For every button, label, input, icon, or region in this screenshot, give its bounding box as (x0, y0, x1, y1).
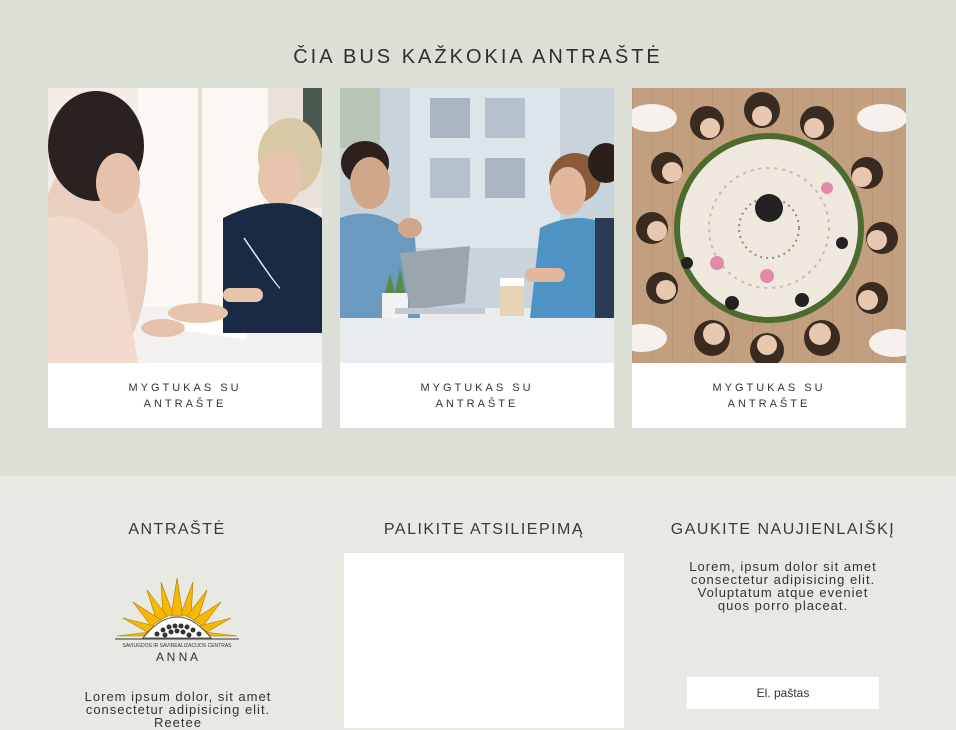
footer-section: ANTRAŠTĖ SAVIUGDOS IR SAVIREALIZACIJOS C… (0, 476, 956, 729)
card-image[interactable] (48, 88, 322, 363)
footer-col3-title: GAUKITE NAUJIENLAIŠKĮ (670, 521, 896, 538)
footer-col1-text: Lorem ipsum dolor, sit amet consectetur … (84, 689, 272, 730)
card: MYGTUKAS SU ANTRAŠTE (632, 88, 906, 428)
card-image[interactable] (340, 88, 614, 363)
footer-col1-title: ANTRAŠTĖ (128, 521, 226, 538)
feedback-textarea[interactable] (344, 553, 624, 728)
card-button[interactable]: MYGTUKAS SU ANTRAŠTE (632, 363, 906, 428)
anna-logo[interactable]: SAVIUGDOS IR SAVIREALIZACIJOS CENTRAS A … (113, 576, 241, 666)
footer-col2-title: PALIKITE ATSILIEPIMĄ (383, 521, 585, 538)
gallery-section: ČIA BUS KAŽKOKIA ANTRAŠTĖ MYGTUKAS SU AN… (0, 0, 956, 476)
logo-name: A N N A (156, 650, 198, 664)
section-title: ČIA BUS KAŽKOKIA ANTRAŠTĖ (293, 46, 663, 68)
footer-col3-text: Lorem, ipsum dolor sit amet consectetur … (689, 559, 877, 613)
logo-tagline: SAVIUGDOS IR SAVIREALIZACIJOS CENTRAS (122, 643, 232, 649)
email-input[interactable] (687, 677, 879, 709)
card: MYGTUKAS SU ANTRAŠTE (340, 88, 614, 428)
card: MYGTUKAS SU ANTRAŠTE (48, 88, 322, 428)
card-button[interactable]: MYGTUKAS SU ANTRAŠTE (340, 363, 614, 428)
card-image[interactable] (632, 88, 906, 363)
card-button[interactable]: MYGTUKAS SU ANTRAŠTE (48, 363, 322, 428)
